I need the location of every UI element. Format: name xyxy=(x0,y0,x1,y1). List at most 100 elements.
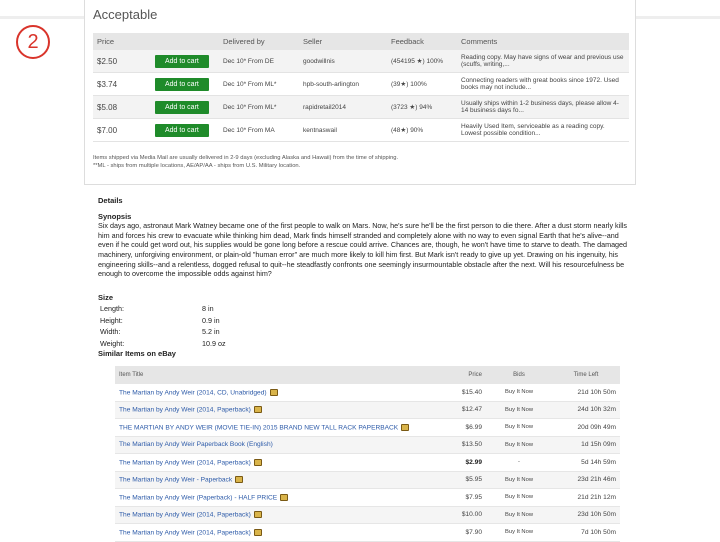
offer-comments: Heavily Used Item, serviceable as a read… xyxy=(457,118,629,142)
similar-item-link[interactable]: The Martian by Andy Weir (2014, Paperbac… xyxy=(119,511,251,518)
offer-delivered: Dec 10* From ML* xyxy=(219,72,299,96)
col-bids: Bids xyxy=(486,366,552,384)
similar-row: The Martian by Andy Weir (2014, Paperbac… xyxy=(115,401,620,419)
condition-heading: Acceptable xyxy=(93,7,158,22)
similar-item-link[interactable]: The Martian by Andy Weir (2014, Paperbac… xyxy=(119,529,251,536)
shopping-bag-icon xyxy=(253,406,262,414)
add-to-cart-button[interactable]: Add to cart xyxy=(155,123,209,137)
similar-time-left: 5d 14h 59m xyxy=(552,453,620,472)
offer-comments: Connecting readers with great books sinc… xyxy=(457,72,629,96)
col-price: Price xyxy=(93,33,151,50)
similar-price: $2.99 xyxy=(432,453,486,472)
size-value: 0.9 in xyxy=(202,315,220,325)
size-key: Height: xyxy=(100,315,123,325)
seller-link[interactable]: goodwillnis xyxy=(299,50,387,73)
offer-row: $7.00 Add to cart Dec 10* From MA kentna… xyxy=(93,118,629,142)
similar-row: The Martian by Andy Weir (Paperback) - H… xyxy=(115,488,620,507)
col-feedback: Feedback xyxy=(387,33,457,50)
shipping-note-2: **ML - ships from multiple locations, AE… xyxy=(93,163,301,169)
shopping-bag-icon xyxy=(235,476,244,484)
offers-table: Price Delivered by Seller Feedback Comme… xyxy=(93,33,629,142)
col-comments: Comments xyxy=(457,33,629,50)
offer-comments: Usually ships within 1-2 business days, … xyxy=(457,95,629,119)
shopping-bag-icon xyxy=(269,388,278,396)
similar-row: THE MARTIAN BY ANDY WEIR (MOVIE TIE-IN) … xyxy=(115,418,620,437)
seller-link[interactable]: hpb-south-arlington xyxy=(299,72,387,96)
similar-bids: Buy It Now xyxy=(486,436,552,454)
size-block: Size Length: 8 in Height: 0.9 in Width: 5.2… xyxy=(98,293,628,351)
similar-price: $7.95 xyxy=(432,488,486,507)
similar-price: $13.50 xyxy=(432,436,486,454)
details-heading: Details xyxy=(98,196,123,205)
col-price: Price xyxy=(432,366,486,384)
synopsis-text: Six days ago, astronaut Mark Watney beca… xyxy=(98,221,628,279)
shopping-bag-icon xyxy=(253,458,262,466)
shopping-bag-icon xyxy=(253,511,262,519)
similar-price: $7.90 xyxy=(432,523,486,542)
seller-link[interactable]: kentnaswail xyxy=(299,118,387,142)
seller-feedback[interactable]: (3723 ★) 94% xyxy=(387,95,457,119)
similar-item-link[interactable]: The Martian by Andy Weir Paperback Book … xyxy=(119,441,273,448)
seller-feedback[interactable]: (48★) 90% xyxy=(387,118,457,142)
similar-price: $12.47 xyxy=(432,401,486,419)
col-action xyxy=(151,33,219,50)
similar-item-link[interactable]: The Martian by Andy Weir (Paperback) - H… xyxy=(119,494,277,501)
size-value: 10.9 oz xyxy=(202,338,226,348)
size-table: Length: 8 in Height: 0.9 in Width: 5.2 in W… xyxy=(98,302,228,350)
offer-row: $5.08 Add to cart Dec 10* From ML* rapid… xyxy=(93,95,629,119)
shipping-notes: Items shipped via Media Mail are usually… xyxy=(93,154,629,170)
offer-row: $2.50 Add to cart Dec 10* From DE goodwi… xyxy=(93,50,629,73)
similar-price: $5.95 xyxy=(432,471,486,489)
similar-items-heading: Similar Items on eBay xyxy=(98,349,176,358)
similar-row: The Martian by Andy Weir - Paperback $5.… xyxy=(115,471,620,489)
col-delivered: Delivered by xyxy=(219,33,299,50)
offer-price: $3.74 xyxy=(93,72,151,96)
offer-delivered: Dec 10* From DE xyxy=(219,50,299,73)
similar-row: The Martian by Andy Weir (2014, Paperbac… xyxy=(115,453,620,472)
similar-time-left: 21d 10h 50m xyxy=(552,384,620,402)
offer-price: $7.00 xyxy=(93,118,151,142)
size-value: 8 in xyxy=(202,304,214,314)
add-to-cart-button[interactable]: Add to cart xyxy=(155,77,209,91)
similar-row: The Martian by Andy Weir (2014, Paperbac… xyxy=(115,506,620,524)
offer-price: $5.08 xyxy=(93,95,151,119)
similar-time-left: 21d 21h 12m xyxy=(552,488,620,507)
seller-feedback[interactable]: (454195 ★) 100% xyxy=(387,50,457,73)
offer-delivered: Dec 10* From ML* xyxy=(219,95,299,119)
similar-bids: Buy It Now xyxy=(486,401,552,419)
similar-bids: Buy It Now xyxy=(486,471,552,489)
similar-row: The Martian by Andy Weir Paperback Book … xyxy=(115,436,620,454)
shopping-bag-icon xyxy=(401,423,410,431)
slide-number-badge: 2 xyxy=(16,25,50,59)
similar-price: $15.40 xyxy=(432,384,486,402)
shopping-bag-icon xyxy=(280,493,289,501)
similar-time-left: 24d 10h 32m xyxy=(552,401,620,419)
add-to-cart-button[interactable]: Add to cart xyxy=(155,100,209,114)
seller-link[interactable]: rapidretail2014 xyxy=(299,95,387,119)
seller-feedback[interactable]: (39★) 100% xyxy=(387,72,457,96)
similar-bids: - xyxy=(486,453,552,472)
offer-price: $2.50 xyxy=(93,50,151,73)
similar-bids: Buy It Now xyxy=(486,418,552,437)
similar-time-left: 1d 15h 09m xyxy=(552,436,620,454)
size-key: Weight: xyxy=(100,338,125,348)
similar-row: The Martian by Andy Weir (2014, Paperbac… xyxy=(115,523,620,542)
similar-item-link[interactable]: The Martian by Andy Weir (2014, Paperbac… xyxy=(119,459,251,466)
similar-header-row: Item Title Price Bids Time Left xyxy=(115,366,620,384)
similar-time-left: 20d 09h 49m xyxy=(552,418,620,437)
similar-item-link[interactable]: The Martian by Andy Weir (2014, Paperbac… xyxy=(119,406,251,413)
similar-bids: Buy It Now xyxy=(486,384,552,402)
synopsis-heading: Synopsis xyxy=(98,211,132,221)
similar-bids: Buy It Now xyxy=(486,488,552,507)
similar-time-left: 23d 21h 46m xyxy=(552,471,620,489)
similar-price: $6.99 xyxy=(432,418,486,437)
similar-item-link[interactable]: The Martian by Andy Weir (2014, CD, Unab… xyxy=(119,389,267,396)
similar-item-link[interactable]: THE MARTIAN BY ANDY WEIR (MOVIE TIE-IN) … xyxy=(119,424,398,431)
add-to-cart-button[interactable]: Add to cart xyxy=(155,54,209,68)
col-time-left: Time Left xyxy=(552,366,620,384)
offers-panel: Acceptable Price Delivered by Seller Fee… xyxy=(84,0,636,185)
size-value: 5.2 in xyxy=(202,327,220,337)
similar-item-link[interactable]: The Martian by Andy Weir - Paperback xyxy=(119,476,232,483)
offers-header-row: Price Delivered by Seller Feedback Comme… xyxy=(93,33,629,50)
similar-bids: Buy It Now xyxy=(486,523,552,542)
